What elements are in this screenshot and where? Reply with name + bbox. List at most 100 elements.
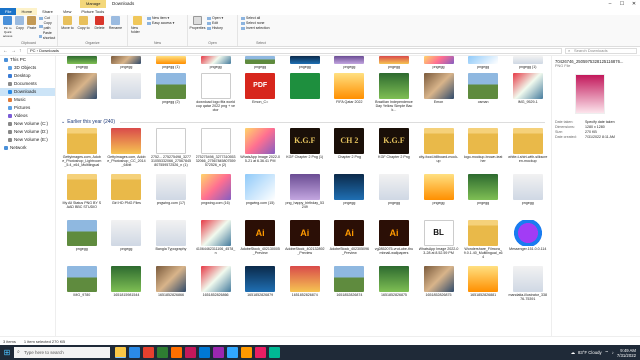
file-item[interactable]: pngegg: [106, 219, 148, 265]
file-item[interactable]: Ai vg2852075-vrut-ube-thumbnail-wallpaper…: [373, 219, 415, 265]
nav-item[interactable]: This PC: [0, 56, 55, 64]
volume-icon[interactable]: ♪: [612, 350, 614, 355]
taskbar-app-icon[interactable]: [254, 347, 266, 358]
file-item[interactable]: K.G.F KGF Chapter 2 Png: [373, 127, 415, 173]
file-item[interactable]: Emon: [418, 72, 460, 118]
file-item[interactable]: pngegg: [418, 173, 460, 219]
file-item[interactable]: pngwing.com (17): [150, 173, 192, 219]
tab-share[interactable]: Share: [37, 8, 58, 15]
file-item[interactable]: 41064462311106_4578_n: [195, 219, 237, 265]
file-item[interactable]: pngegg: [418, 56, 460, 72]
file-item[interactable]: 1651852826874: [284, 265, 326, 311]
file-item[interactable]: pngegg: [329, 56, 371, 72]
taskbar-app-icon[interactable]: [268, 347, 280, 358]
tab-file[interactable]: File: [0, 8, 17, 15]
file-item[interactable]: pngegg: [462, 56, 504, 72]
file-item[interactable]: pngegg: [195, 56, 237, 72]
file-item[interactable]: [284, 72, 326, 118]
clock[interactable]: 9:49 AM 7/31/2022: [617, 348, 636, 358]
taskbar-app-icon[interactable]: [114, 347, 126, 358]
nav-item[interactable]: New Volume (E:): [0, 136, 55, 144]
taskbar-app-icon[interactable]: [170, 347, 182, 358]
taskbar-app-icon[interactable]: [184, 347, 196, 358]
nav-item[interactable]: Desktop: [0, 72, 55, 80]
address-path[interactable]: PC › Downloads: [27, 48, 562, 54]
file-item[interactable]: osman: [462, 72, 504, 118]
minimize-button[interactable]: –: [604, 0, 616, 8]
taskbar-app-icon[interactable]: [128, 347, 140, 358]
file-item[interactable]: white-t-shirt-with-silkscreen-mockup: [507, 127, 549, 173]
file-item[interactable]: 1651815981544: [106, 265, 148, 311]
nav-item[interactable]: Documents: [0, 80, 55, 88]
file-item[interactable]: 2752... 275275498_327731055332066_275678…: [150, 127, 192, 173]
nav-item[interactable]: Pictures: [0, 104, 55, 112]
file-item[interactable]: pngegg (1): [150, 56, 192, 72]
file-item[interactable]: Ai AdobeStock_402130005_Preview: [239, 219, 281, 265]
file-item[interactable]: FIFA Qatar 2022: [329, 72, 371, 118]
file-item[interactable]: pngwing.com (15): [239, 173, 281, 219]
file-item[interactable]: Ai AdobeStock_402132892_Preview: [284, 219, 326, 265]
taskbar-app-icon[interactable]: [240, 347, 252, 358]
file-item[interactable]: 1651852826866: [195, 265, 237, 311]
taskbar-app-icon[interactable]: [142, 347, 154, 358]
file-item[interactable]: Messenger.151.0.0.114: [507, 219, 549, 265]
file-item[interactable]: 275275498_327731055332066_27567845807559…: [195, 127, 237, 173]
file-item[interactable]: 1651852826874: [329, 265, 371, 311]
file-item[interactable]: pngegg: [284, 56, 326, 72]
nav-item[interactable]: Music: [0, 96, 55, 104]
file-item[interactable]: pngegg (2): [150, 72, 192, 118]
file-item[interactable]: mandatia-illustrator_33876-75391: [507, 265, 549, 311]
file-item[interactable]: Gettyimages.com, Adobe_Photoshop_Lightro…: [61, 127, 103, 173]
file-item[interactable]: 1651852826875: [418, 265, 460, 311]
search-input[interactable]: ⌕ Search Downloads: [565, 48, 637, 54]
file-item[interactable]: Wondershare_Filmora_9.0.1.40_Multilingua…: [462, 219, 504, 265]
file-item[interactable]: K.G.F KGF Chapter 2 Png (1): [284, 127, 326, 173]
history-button[interactable]: History: [207, 26, 223, 31]
tab-manage[interactable]: Manage: [80, 0, 107, 8]
file-item[interactable]: IMG_9529-1: [507, 72, 549, 118]
taskbar-search[interactable]: ⌕ Type here to search: [14, 347, 110, 358]
file-item[interactable]: Gettyimages.com, Adobe_Photoshop_CC_2014…: [106, 127, 148, 173]
file-item[interactable]: IMG_9780: [61, 265, 103, 311]
file-item[interactable]: pngegg (1): [507, 56, 549, 72]
invert-selection-button[interactable]: Invert selection: [241, 26, 270, 31]
file-item[interactable]: 1651852826881: [462, 265, 504, 311]
up-icon[interactable]: ↑: [19, 48, 24, 54]
file-item[interactable]: logo-mockup-brown-leather: [462, 127, 504, 173]
easy-access-button[interactable]: Easy access ▾: [147, 21, 174, 26]
nav-item[interactable]: Downloads: [0, 88, 55, 96]
taskbar-app-icon[interactable]: [156, 347, 168, 358]
file-item[interactable]: Brazilian Independence Day Yellow Simple…: [373, 72, 415, 118]
file-item[interactable]: [106, 72, 148, 118]
nav-item[interactable]: Network: [0, 144, 55, 152]
file-item[interactable]: My All Status PNG BY SAAD BBC STUDIO: [61, 173, 103, 219]
back-icon[interactable]: ←: [3, 48, 8, 54]
copy-path-button[interactable]: Copy path: [39, 21, 56, 31]
network-icon[interactable]: ⌔: [605, 350, 609, 356]
forward-icon[interactable]: →: [11, 48, 16, 54]
file-item[interactable]: download logo fifa world cup qatar 2022 …: [195, 72, 237, 118]
file-item[interactable]: PDF Emon_C=: [239, 72, 281, 118]
file-item[interactable]: png_happy_birthday_53249: [284, 173, 326, 219]
nav-item[interactable]: 3D Objects: [0, 64, 55, 72]
taskbar-app-icon[interactable]: [212, 347, 224, 358]
file-item[interactable]: 1651852826879: [239, 265, 281, 311]
nav-item[interactable]: New Volume (D:): [0, 128, 55, 136]
nav-item[interactable]: New Volume (C:): [0, 120, 55, 128]
file-item[interactable]: Girl HD PNG Files: [106, 173, 148, 219]
file-item[interactable]: pngwing.com (16): [195, 173, 237, 219]
file-item[interactable]: pngegg: [239, 56, 281, 72]
file-item[interactable]: pngegg: [329, 173, 371, 219]
paste-shortcut-button[interactable]: Paste shortcut: [39, 31, 56, 41]
file-item[interactable]: pngegg: [61, 219, 103, 265]
tab-picture-tools[interactable]: Picture Tools: [76, 8, 109, 15]
file-item[interactable]: pngegg: [462, 173, 504, 219]
nav-item[interactable]: Videos: [0, 112, 55, 120]
file-item[interactable]: BL WhatsApp Image 2022-03-28 at 8.52.59 P…: [418, 219, 460, 265]
tab-home[interactable]: Home: [16, 8, 38, 15]
file-item[interactable]: 1651852826866: [150, 265, 192, 311]
file-item[interactable]: pngegg: [507, 173, 549, 219]
file-item[interactable]: pngegg: [373, 56, 415, 72]
file-item[interactable]: pngegg: [373, 173, 415, 219]
file-item[interactable]: CH 2 Chapter 2 Png: [329, 127, 371, 173]
